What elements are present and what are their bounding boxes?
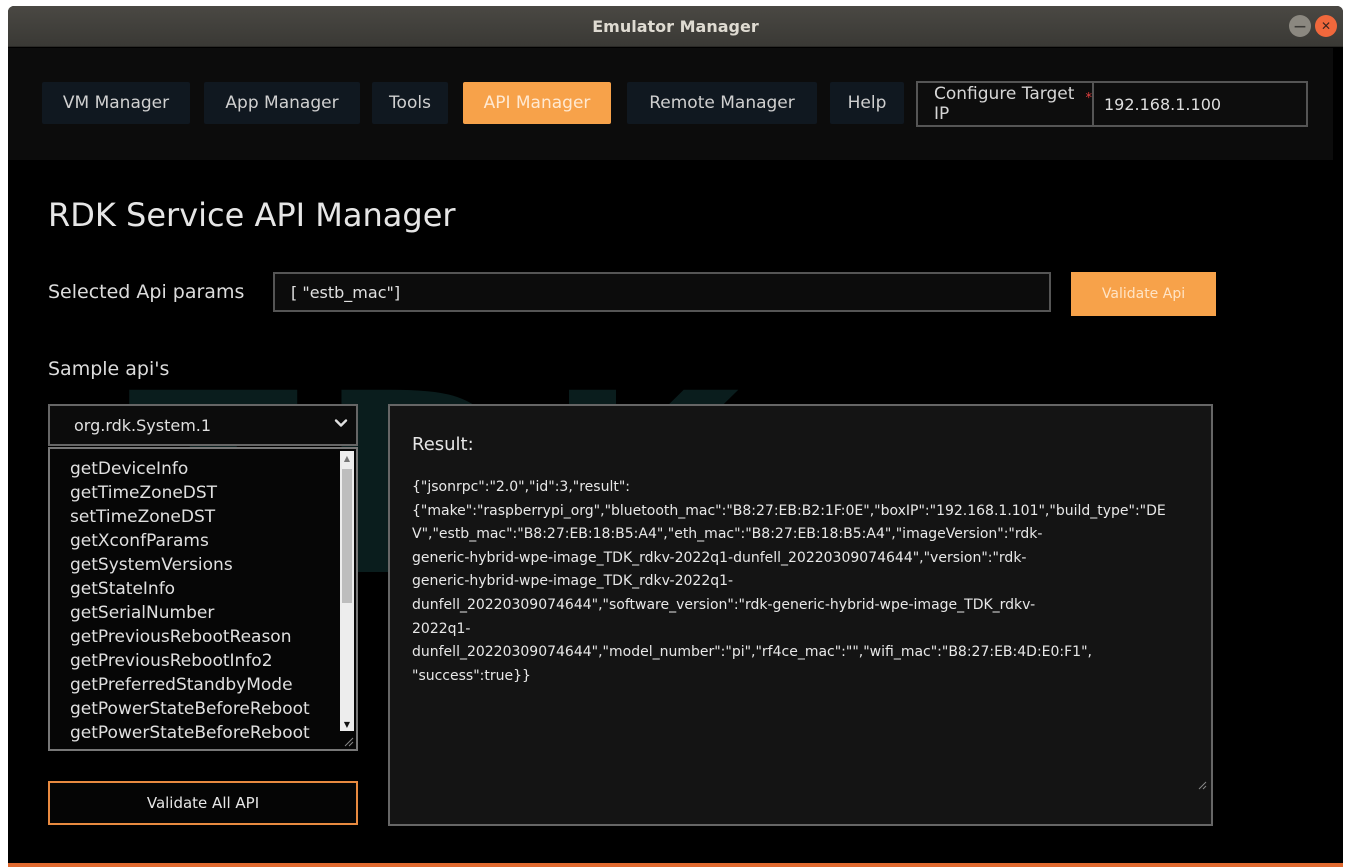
list-item[interactable]: getXconfParams <box>70 529 310 553</box>
result-text: {"jsonrpc":"2.0","id":3,"result": {"make… <box>412 479 1166 684</box>
result-panel[interactable]: Result: {"jsonrpc":"2.0","id":3,"result"… <box>388 404 1213 826</box>
close-button[interactable]: ✕ <box>1315 15 1337 37</box>
list-item[interactable]: getPowerStateBeforeReboot <box>70 697 310 721</box>
nav-tools[interactable]: Tools <box>372 82 448 124</box>
bottom-accent-bar <box>8 863 1343 867</box>
page-title: RDK Service API Manager <box>48 196 456 234</box>
nav-help[interactable]: Help <box>830 82 904 124</box>
list-item[interactable]: getPreferredStandbyMode <box>70 673 310 697</box>
target-ip-input[interactable] <box>1094 83 1306 125</box>
sample-apis-label: Sample api's <box>48 358 170 380</box>
minimize-button[interactable]: — <box>1289 15 1311 37</box>
nav-app-manager[interactable]: App Manager <box>204 82 360 124</box>
list-item[interactable]: getTimeZoneDST <box>70 481 310 505</box>
window-title: Emulator Manager <box>592 16 759 36</box>
chevron-down-icon <box>334 419 348 427</box>
target-ip-group: Configure Target IP * <box>916 81 1308 127</box>
list-item[interactable]: getSystemVersions <box>70 553 310 577</box>
resize-grip-icon[interactable] <box>1197 780 1207 790</box>
api-params-input[interactable] <box>273 272 1051 312</box>
nav-api-manager[interactable]: API Manager <box>463 82 611 124</box>
title-bar: Emulator Manager — ✕ <box>8 6 1343 47</box>
result-title: Result: <box>412 434 474 455</box>
close-icon: ✕ <box>1320 19 1332 33</box>
list-item[interactable]: getPowerStateBeforeReboot <box>70 721 310 745</box>
service-select[interactable]: org.rdk.System.1 <box>48 404 358 446</box>
target-ip-label: Configure Target IP * <box>918 83 1094 125</box>
scroll-up-icon[interactable]: ▲ <box>340 451 354 465</box>
top-nav: VM Manager App Manager Tools API Manager… <box>8 48 1333 160</box>
list-item[interactable]: getPreviousRebootReason <box>70 625 310 649</box>
list-item[interactable]: getStateInfo <box>70 577 310 601</box>
validate-api-button[interactable]: Validate Api <box>1071 272 1216 316</box>
list-item[interactable]: setTimeZoneDST <box>70 505 310 529</box>
scroll-thumb[interactable] <box>342 469 352 603</box>
params-label: Selected Api params <box>48 281 245 303</box>
minimize-icon: — <box>1294 19 1306 33</box>
api-list-items: getDeviceInfo getTimeZoneDST setTimeZone… <box>70 457 310 745</box>
service-select-value: org.rdk.System.1 <box>74 415 212 435</box>
required-mark: * <box>1085 90 1093 106</box>
api-list[interactable]: getDeviceInfo getTimeZoneDST setTimeZone… <box>48 447 358 751</box>
list-item[interactable]: getDeviceInfo <box>70 457 310 481</box>
validate-all-api-button[interactable]: Validate All API <box>48 781 358 825</box>
api-list-scrollbar[interactable]: ▲ ▼ <box>340 451 354 731</box>
list-item[interactable]: getSerialNumber <box>70 601 310 625</box>
list-item[interactable]: getPreviousRebootInfo2 <box>70 649 310 673</box>
nav-vm-manager[interactable]: VM Manager <box>42 82 190 124</box>
resize-grip-icon[interactable] <box>342 735 354 747</box>
nav-remote-manager[interactable]: Remote Manager <box>627 82 817 124</box>
scroll-down-icon[interactable]: ▼ <box>340 717 354 731</box>
window-controls: — ✕ <box>1289 15 1337 37</box>
emulator-manager-window: Emulator Manager — ✕ VM Manager App Mana… <box>8 6 1343 867</box>
